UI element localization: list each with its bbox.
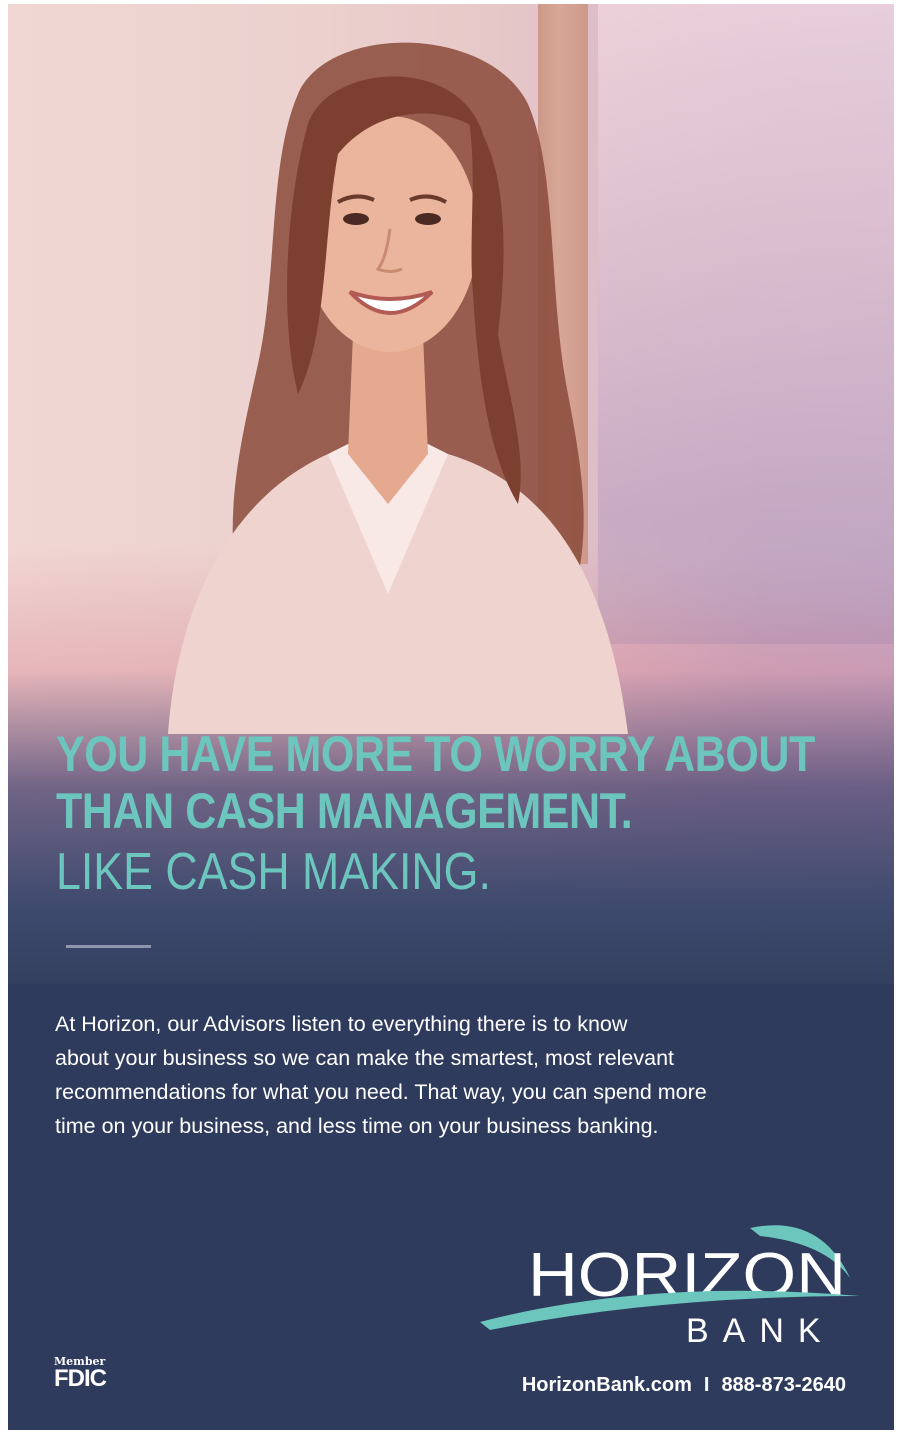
headline-line-2: THAN CASH MANAGEMENT. <box>56 783 633 839</box>
horizon-bank-logo: HORIZON BANK <box>480 1225 860 1348</box>
body-line-1: At Horizon, our Advisors listen to every… <box>55 1012 628 1036</box>
body-line-4: time on your business, and less time on … <box>55 1114 659 1138</box>
fdic-label: FDIC <box>54 1365 107 1392</box>
logo-sub: BANK <box>686 1312 835 1348</box>
website-link[interactable]: HorizonBank.com <box>522 1374 692 1396</box>
divider-rule <box>66 945 151 948</box>
headline-line-1: YOU HAVE MORE TO WORRY ABOUT <box>56 726 815 782</box>
advertisement: YOU HAVE MORE TO WORRY ABOUT THAN CASH M… <box>8 4 894 1430</box>
headline-line-3: LIKE CASH MAKING. <box>56 843 491 901</box>
body-copy: At Horizon, our Advisors listen to every… <box>55 1007 845 1143</box>
fdic-badge: Member FDIC <box>54 1356 107 1392</box>
contact-line: HorizonBank.com I 888-873-2640 <box>522 1374 846 1397</box>
headline: YOU HAVE MORE TO WORRY ABOUT THAN CASH M… <box>56 726 876 904</box>
body-line-2: about your business so we can make the s… <box>55 1046 675 1070</box>
contact-separator: I <box>703 1374 710 1396</box>
body-line-3: recommendations for what you need. That … <box>55 1080 707 1104</box>
phone-number[interactable]: 888-873-2640 <box>721 1374 846 1396</box>
smiling-woman-image <box>168 42 628 734</box>
